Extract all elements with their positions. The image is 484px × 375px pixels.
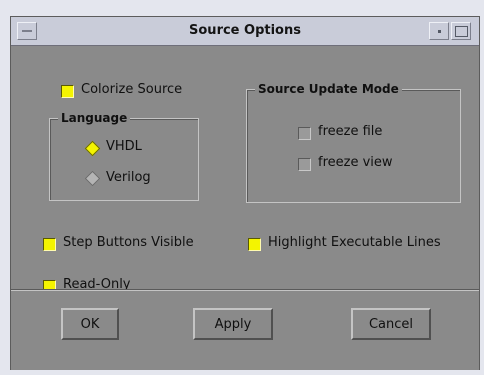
highlight-executable-lines-checkbox[interactable] (248, 238, 261, 251)
source-update-mode-group (246, 89, 461, 203)
apply-button[interactable]: Apply (193, 308, 273, 340)
source-options-dialog: Source Options Colorize Source Language … (10, 16, 480, 370)
language-group (49, 118, 199, 201)
language-group-title: Language (58, 111, 131, 125)
title-bar[interactable]: Source Options (11, 17, 479, 46)
step-buttons-visible-label[interactable]: Step Buttons Visible (63, 235, 194, 250)
window-title: Source Options (189, 23, 301, 38)
freeze-file-checkbox[interactable] (298, 127, 311, 140)
vhdl-label[interactable]: VHDL (106, 139, 142, 154)
freeze-file-label[interactable]: freeze file (318, 124, 382, 139)
maximize-icon (455, 26, 468, 37)
ok-button[interactable]: OK (61, 308, 119, 340)
button-bar: OK Apply Cancel (11, 290, 479, 370)
colorize-source-label[interactable]: Colorize Source (81, 82, 182, 97)
source-update-mode-title: Source Update Mode (255, 82, 402, 96)
step-buttons-visible-checkbox[interactable] (43, 238, 56, 251)
minimize-button[interactable] (429, 22, 449, 40)
maximize-button[interactable] (451, 22, 471, 40)
options-panel: Colorize Source Language VHDL Verilog So… (11, 46, 479, 293)
highlight-executable-lines-label[interactable]: Highlight Executable Lines (268, 235, 441, 250)
freeze-view-checkbox[interactable] (298, 158, 311, 171)
minimize-icon (438, 30, 441, 33)
verilog-label[interactable]: Verilog (106, 170, 151, 185)
colorize-source-checkbox[interactable] (61, 85, 74, 98)
cancel-button[interactable]: Cancel (351, 308, 431, 340)
freeze-view-label[interactable]: freeze view (318, 155, 393, 170)
